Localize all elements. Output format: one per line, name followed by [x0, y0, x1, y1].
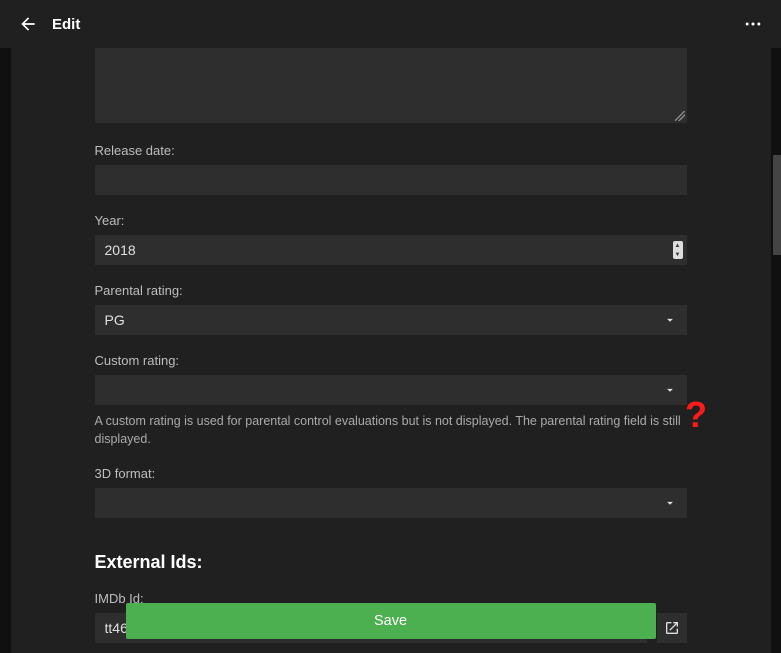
year-stepper[interactable]: ▲▼ [673, 241, 683, 259]
parental-rating-select[interactable]: PG [95, 305, 687, 335]
3d-format-select[interactable] [95, 488, 687, 518]
custom-rating-label: Custom rating: [95, 353, 687, 368]
release-date-label: Release date: [95, 143, 687, 158]
custom-rating-hint: A custom rating is used for parental con… [95, 413, 687, 448]
dots-horizontal-icon [743, 14, 763, 34]
back-button[interactable] [14, 10, 42, 38]
more-menu-button[interactable] [739, 10, 767, 38]
edit-panel: Release date: Year: ▲▼ Parental rating: … [11, 48, 771, 653]
arrow-left-icon [18, 14, 38, 34]
year-label: Year: [95, 213, 687, 228]
release-date-input[interactable] [95, 165, 687, 195]
save-button[interactable]: Save [126, 603, 656, 639]
header-bar: Edit [0, 0, 781, 48]
help-annotation: ? [685, 394, 707, 436]
overview-textarea[interactable] [95, 48, 687, 123]
3d-format-label: 3D format: [95, 466, 687, 481]
custom-rating-select[interactable] [95, 375, 687, 405]
parental-rating-label: Parental rating: [95, 283, 687, 298]
page-title: Edit [52, 16, 80, 33]
year-input[interactable] [95, 235, 687, 265]
external-ids-heading: External Ids: [95, 552, 687, 573]
scrollbar[interactable] [773, 155, 781, 255]
